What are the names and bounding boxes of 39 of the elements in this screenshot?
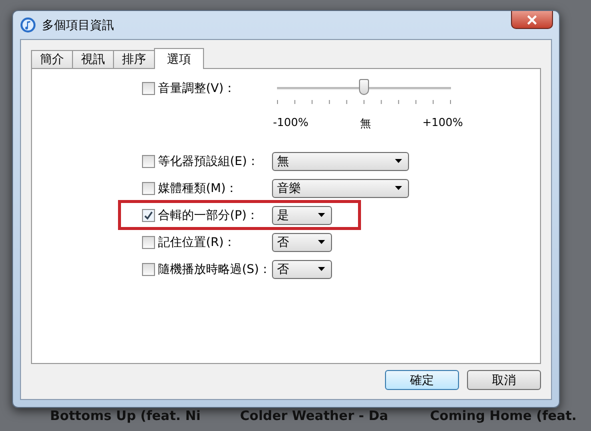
tab[interactable]: 選項 [154, 48, 204, 69]
caret-icon [395, 186, 402, 190]
scale-label: 無 [360, 116, 371, 131]
checkbox[interactable] [142, 236, 155, 248]
checkbox[interactable] [142, 262, 155, 276]
option-label: 媒體種類(M)： [158, 180, 238, 196]
checkbox[interactable] [142, 154, 155, 168]
scale-label: -100% [273, 116, 308, 131]
checkbox[interactable] [142, 82, 155, 94]
dialog-button[interactable]: 取消 [467, 370, 541, 390]
slider-thumb[interactable] [359, 79, 369, 95]
scale-label: +100% [422, 116, 463, 131]
dropdown[interactable]: 無 [272, 152, 409, 170]
caret-icon [318, 213, 325, 217]
close-button[interactable] [511, 11, 553, 29]
caret-icon [318, 240, 325, 244]
song-title: Coming Home (feat. [430, 409, 578, 424]
song-title: Bottoms Up (feat. Ni [50, 409, 200, 424]
caret-icon [318, 267, 325, 271]
option-label: 等化器預設組(E)： [158, 152, 259, 170]
tab[interactable]: 簡介 [31, 50, 73, 68]
option-label: 記住位置(R)： [158, 234, 236, 250]
dropdown[interactable]: 是 [272, 206, 332, 224]
option-label: 音量調整(V)： [158, 80, 236, 96]
option-label: 合輯的一部分(P)： [158, 206, 259, 224]
song-title: Colder Weather - Da [240, 409, 390, 424]
tab[interactable]: 視訊 [72, 50, 114, 68]
music-note-icon [20, 17, 36, 33]
option-label: 隨機播放時略過(S)： [158, 260, 271, 278]
checkbox[interactable] [142, 182, 155, 194]
dropdown[interactable]: 音樂 [272, 178, 409, 198]
dropdown[interactable]: 否 [272, 232, 332, 252]
close-icon [527, 14, 537, 24]
tab[interactable]: 排序 [113, 50, 155, 68]
dialog-button[interactable]: 確定 [385, 370, 459, 390]
caret-icon [395, 159, 402, 163]
checkbox[interactable] [142, 208, 155, 222]
dropdown[interactable]: 否 [272, 260, 332, 278]
window-title: 多個項目資訊 [42, 16, 114, 34]
